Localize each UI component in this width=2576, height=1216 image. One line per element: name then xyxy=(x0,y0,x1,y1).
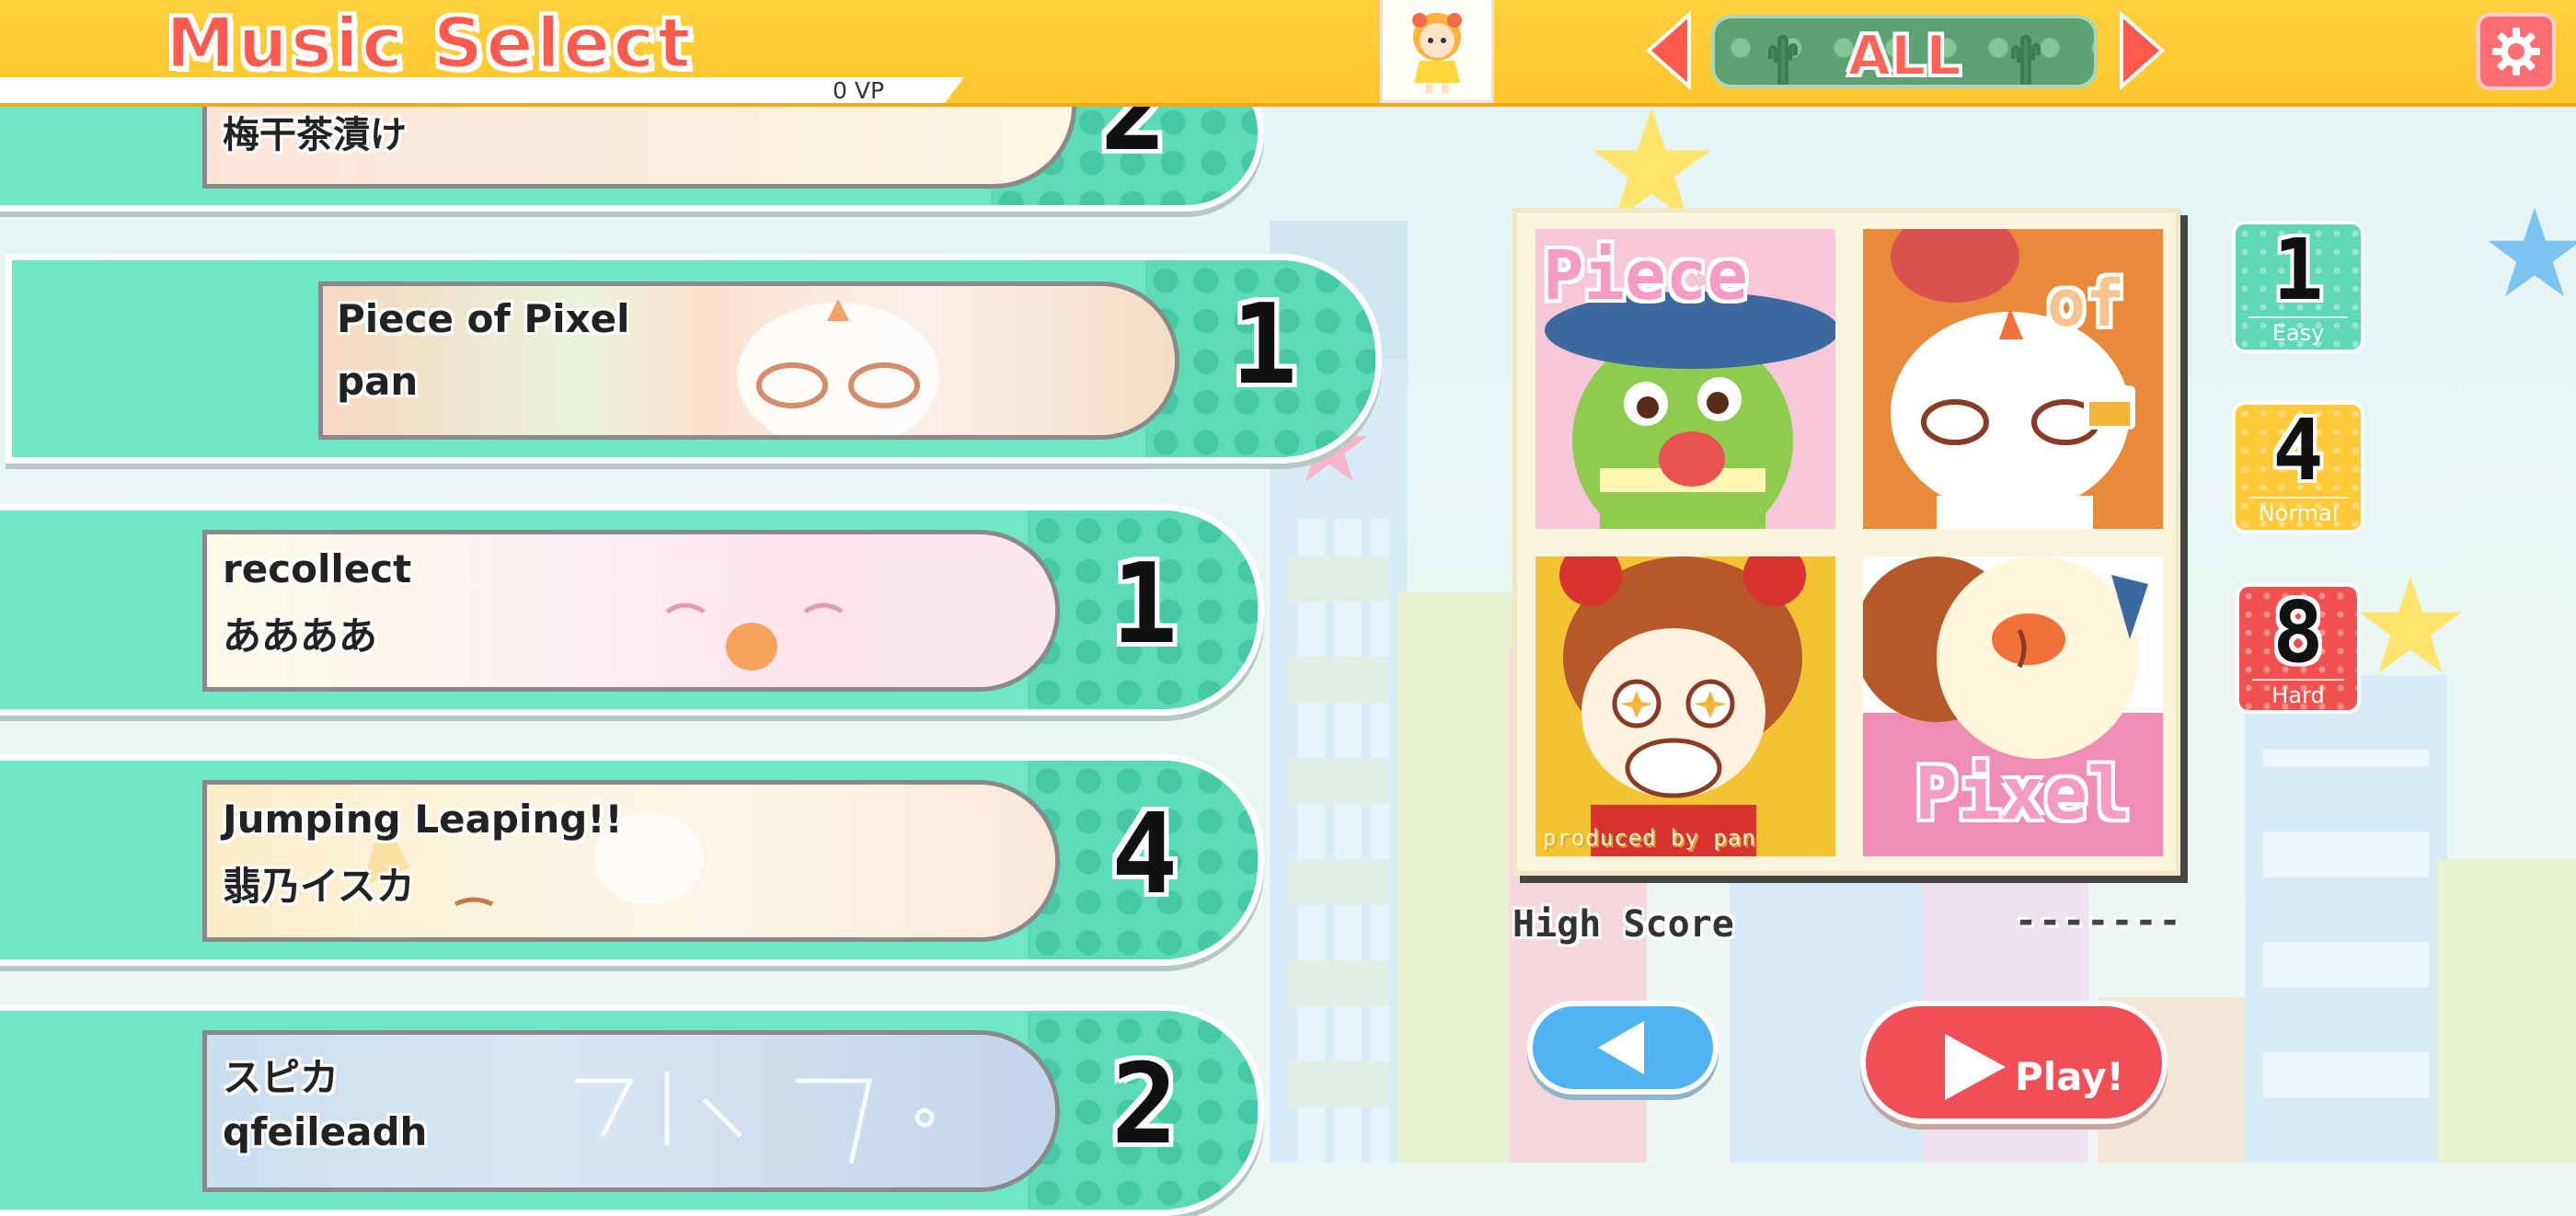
filter-selector[interactable]: ALL xyxy=(1711,15,2098,88)
difficulty-name: Hard xyxy=(2252,679,2344,708)
song-title: 梅干茶漬け xyxy=(223,114,407,156)
song-level: 1 xyxy=(1231,281,1298,409)
avatar-character-icon xyxy=(1412,13,1462,94)
song-artist: pan xyxy=(337,359,419,404)
song-level: 4 xyxy=(1111,791,1179,919)
difficulty-normal-button[interactable]: 4 Normal xyxy=(2232,401,2364,533)
song-item[interactable]: recollect ああああ 1 xyxy=(0,504,1264,716)
difficulty-name: Normal xyxy=(2248,497,2348,526)
song-item[interactable]: スピカ qfeileadh 2 xyxy=(0,1004,1264,1216)
song-title: Jumping Leaping!! xyxy=(223,797,623,842)
play-button[interactable]: Play! xyxy=(1860,1001,2168,1124)
play-label: Play! xyxy=(2015,1054,2124,1099)
page-title: Music Select xyxy=(165,1,694,86)
settings-button[interactable] xyxy=(2477,13,2556,90)
back-button[interactable] xyxy=(1527,1001,1719,1095)
jacket-panel: produced by pan xyxy=(1535,556,1835,856)
song-level: 1 xyxy=(1111,541,1179,669)
jacket-panel: Piece xyxy=(1535,229,1835,529)
jacket-text-pixel: Pixel xyxy=(1915,753,2131,836)
filter-label: ALL xyxy=(1847,23,1962,88)
filter-next-arrow[interactable] xyxy=(2116,11,2168,90)
song-title: スピカ xyxy=(223,1055,339,1100)
difficulty-easy-button[interactable]: 1 Easy xyxy=(2232,221,2364,353)
song-level: 2 xyxy=(1111,1041,1179,1169)
star-decoration-icon xyxy=(2359,576,2462,673)
difficulty-level: 4 xyxy=(2272,401,2324,499)
song-item[interactable]: Jumping Leaping!! 翡乃イスカ 4 xyxy=(0,754,1264,966)
vp-counter: 0 VP xyxy=(833,77,885,104)
song-artist: 翡乃イスカ xyxy=(223,864,415,909)
play-icon xyxy=(1945,1034,2006,1100)
song-artist: ああああ xyxy=(223,614,378,659)
high-score-label: High Score xyxy=(1512,903,1734,946)
song-thumbnail-art xyxy=(737,299,939,435)
song-title: Piece of Pixel xyxy=(337,296,630,341)
filter-prev-arrow[interactable] xyxy=(1643,11,1695,90)
song-thumbnail-art xyxy=(665,602,844,671)
jacket-text-of: of xyxy=(2047,266,2125,341)
jacket-credit: produced by pan xyxy=(1543,825,1756,851)
difficulty-name: Easy xyxy=(2248,316,2348,346)
song-artist: qfeileadh xyxy=(223,1109,428,1154)
jacket-panel: Pixel xyxy=(1863,556,2163,856)
back-arrow-icon xyxy=(1598,1021,1644,1074)
song-title: recollect xyxy=(223,546,412,591)
jacket-panel: of xyxy=(1863,229,2163,529)
difficulty-level: 8 xyxy=(2272,583,2324,682)
star-decoration-icon xyxy=(2488,207,2576,297)
gear-icon xyxy=(2492,28,2540,75)
difficulty-hard-button[interactable]: 8 Hard xyxy=(2236,583,2361,714)
jacket-text-piece: Piece xyxy=(1543,236,1748,315)
player-avatar[interactable] xyxy=(1380,0,1494,103)
difficulty-level: 1 xyxy=(2272,221,2324,319)
song-item-selected[interactable]: Piece of Pixel pan 1 xyxy=(6,254,1382,464)
high-score-value: ------- xyxy=(2015,900,2183,942)
song-jacket: Piece of produced by pan Pixel xyxy=(1512,208,2180,876)
vp-bar: 0 VP xyxy=(0,77,964,103)
song-thumbnail-art xyxy=(575,1072,935,1164)
